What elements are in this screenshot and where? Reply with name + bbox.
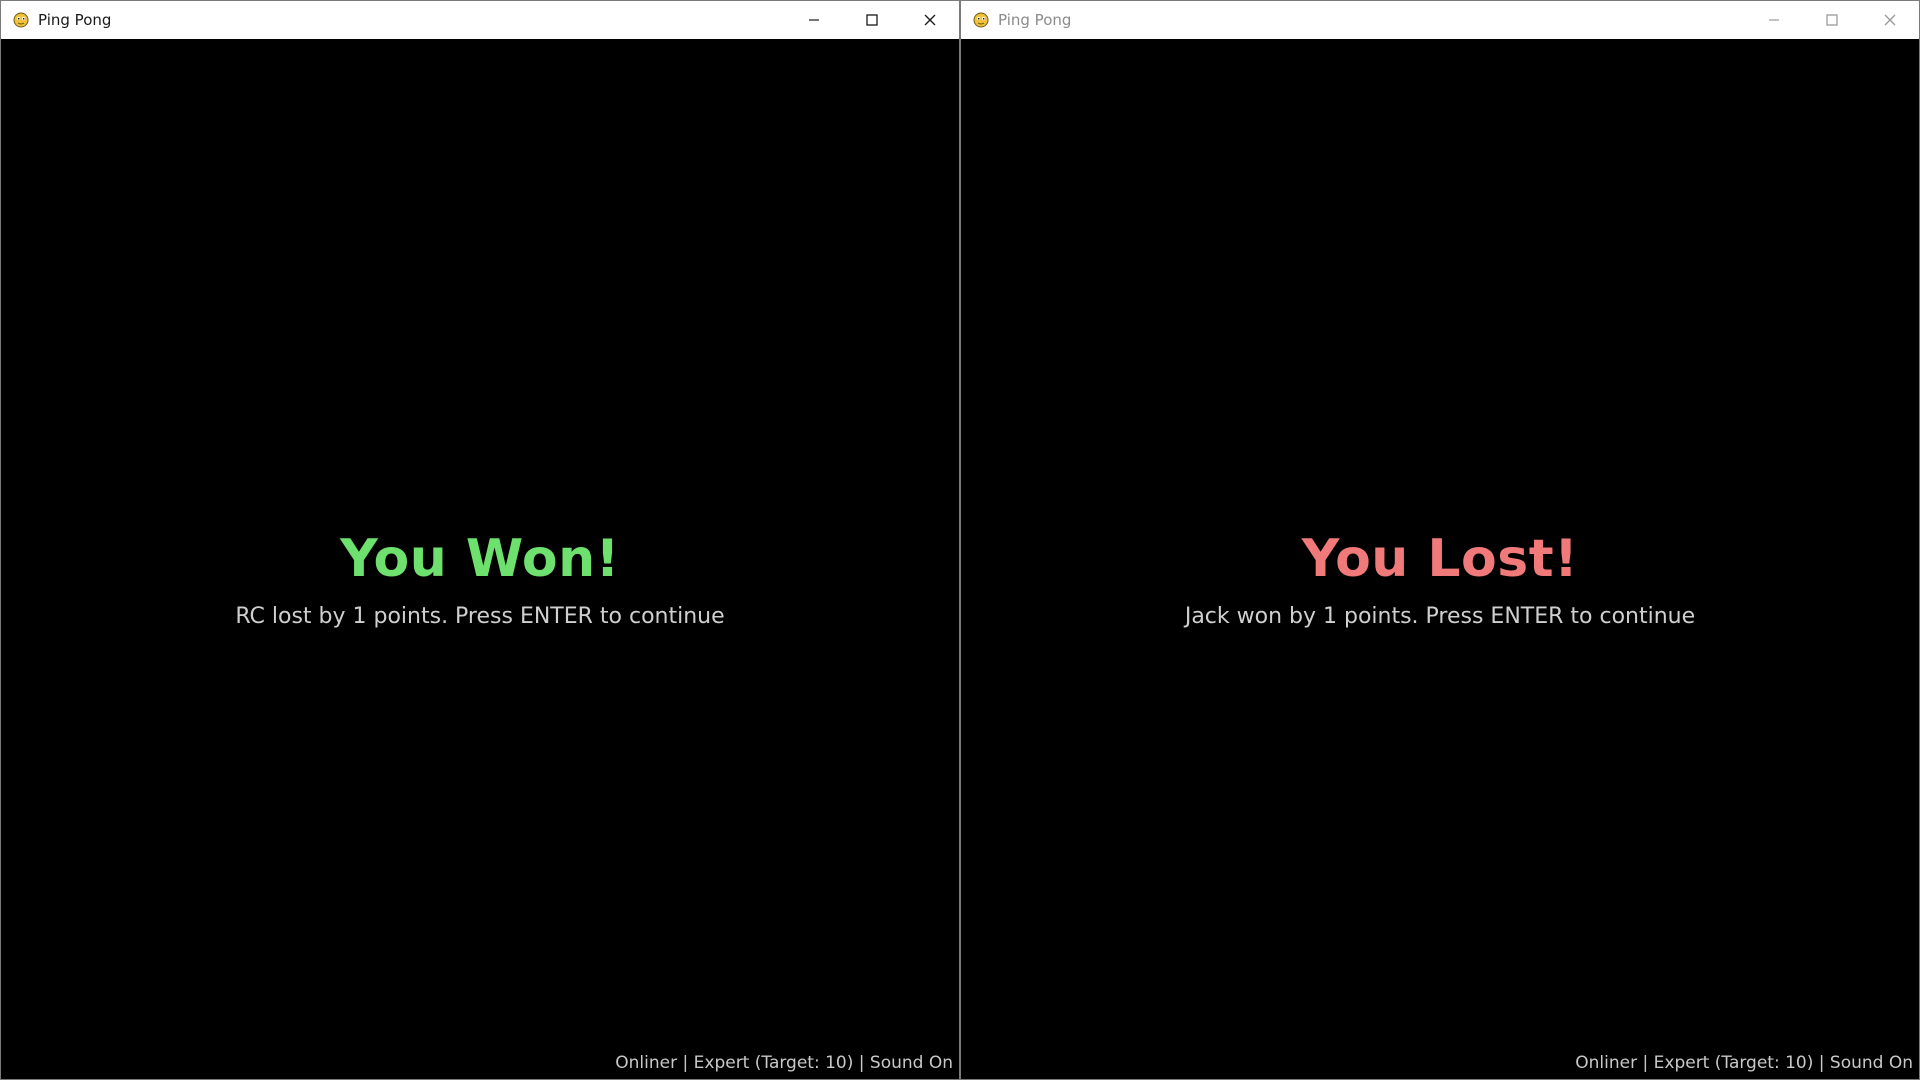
desktop: Ping Pong You Won! RC lost by 1 points. … [0, 0, 1920, 1080]
ping-pong-window-left[interactable]: Ping Pong You Won! RC lost by 1 points. … [0, 0, 960, 1080]
window-controls [1745, 1, 1919, 39]
result-message: Jack won by 1 points. Press ENTER to con… [1184, 604, 1696, 629]
pygame-snake-icon [971, 10, 991, 30]
minimize-icon [1769, 19, 1779, 21]
close-button[interactable] [901, 1, 959, 39]
result-message: RC lost by 1 points. Press ENTER to cont… [235, 604, 725, 629]
game-canvas[interactable]: You Lost! Jack won by 1 points. Press EN… [961, 39, 1919, 1079]
pygame-snake-icon [11, 10, 31, 30]
window-title: Ping Pong [998, 11, 1072, 29]
maximize-icon [1826, 14, 1838, 26]
window-controls [785, 1, 959, 39]
minimize-button[interactable] [1745, 1, 1803, 39]
maximize-button[interactable] [1803, 1, 1861, 39]
game-canvas[interactable]: You Won! RC lost by 1 points. Press ENTE… [1, 39, 959, 1079]
close-icon [1884, 14, 1896, 26]
title-bar[interactable]: Ping Pong [1, 1, 959, 39]
status-bar-text: Onliner | Expert (Target: 10) | Sound On [1575, 1053, 1913, 1073]
result-title: You Lost! [1301, 529, 1579, 589]
minimize-icon [809, 19, 819, 21]
result-title: You Won! [340, 529, 620, 589]
title-bar[interactable]: Ping Pong [961, 1, 1919, 39]
close-icon [924, 14, 936, 26]
window-title: Ping Pong [38, 11, 112, 29]
ping-pong-window-right[interactable]: Ping Pong You Lost! Jack won by 1 points… [960, 0, 1920, 1080]
maximize-icon [866, 14, 878, 26]
maximize-button[interactable] [843, 1, 901, 39]
close-button[interactable] [1861, 1, 1919, 39]
minimize-button[interactable] [785, 1, 843, 39]
status-bar-text: Onliner | Expert (Target: 10) | Sound On [615, 1053, 953, 1073]
